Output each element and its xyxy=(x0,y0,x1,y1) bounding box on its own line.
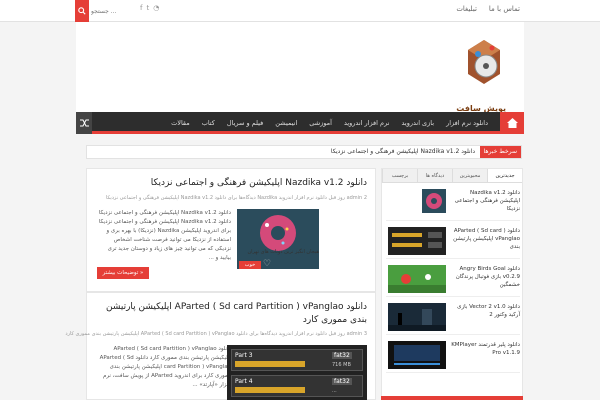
partition-fs: fat32 xyxy=(332,378,352,385)
search-icon xyxy=(78,7,86,15)
sidebar-post-title[interactable]: دانلود Angry Birds Goal v0.2.9 بازی فوتب… xyxy=(450,265,520,289)
thumbnail-caption: هیجان انگیز ترین دونات های تهران xyxy=(247,249,319,255)
partition-bar xyxy=(235,361,305,367)
social-links: f t ◔ xyxy=(140,4,159,12)
sidebar-post[interactable]: دانلود Vector 2 v1.0 بازی آرکید وکتور 2 xyxy=(386,301,520,335)
post-excerpt: دانلود APartеd ( Sd card Partition ) vPa… xyxy=(99,346,231,388)
nav-item-android-apps[interactable]: نرم افزار اندروید xyxy=(338,112,396,134)
post-thumbnail[interactable] xyxy=(237,209,319,269)
sidebar-post-thumbnail[interactable] xyxy=(422,189,446,213)
tab-tags[interactable]: برچسب xyxy=(382,169,417,182)
home-icon xyxy=(506,118,518,128)
sidebar-post-thumbnail[interactable] xyxy=(388,227,446,255)
post-meta: admin 3 روز قبل دانلود نرم افزار اندروید… xyxy=(65,331,367,337)
search-input[interactable] xyxy=(91,5,129,17)
nav-item-movies[interactable]: فیلم و سریال xyxy=(221,112,269,134)
sidebar-tabs: جدیدترین محبوبترین دیدگاه ها برچسب xyxy=(382,169,522,183)
site-header: پویش سافت xyxy=(76,22,524,113)
tab-comments[interactable]: دیدگاه ها xyxy=(417,169,452,182)
sidebar-post-title[interactable]: دانلود پلیر قدرتمند KMPlayer Pro v1.1.9 xyxy=(450,341,520,357)
topbar-link-contact[interactable]: تماس با ما xyxy=(489,5,520,13)
sidebar-post-title[interactable]: دانلود APartеd ( Sd card ) vPanglao اپلی… xyxy=(450,227,520,251)
tab-latest[interactable]: جدیدترین xyxy=(487,169,522,182)
twitter-icon[interactable]: t xyxy=(146,4,149,12)
rating-badge: خوب xyxy=(239,261,261,269)
sidebar-post-thumbnail[interactable] xyxy=(388,303,446,331)
post-meta: admin 2 روز قبل دانلود نرم افزار اندروید… xyxy=(106,195,367,201)
post-title[interactable]: دانلود Nazdika v1.2 اپلیکیشن فرهنگی و اج… xyxy=(93,177,367,190)
shuffle-icon xyxy=(79,119,89,127)
post-title[interactable]: دانلود APartеd ( Sd card Partition ) vPa… xyxy=(93,301,367,327)
sidebar-post-thumbnail[interactable] xyxy=(388,265,446,293)
breaking-news-text[interactable]: دانلود Nazdika v1.2 اپلیکیشن فرهنگی و اج… xyxy=(331,146,475,158)
partition-size: 716 MB xyxy=(332,362,351,368)
partition-fs: fat32 xyxy=(332,352,352,359)
sidebar: جدیدترین محبوبترین دیدگاه ها برچسب دانلو… xyxy=(381,168,523,400)
main-nav: دانلود نرم افزار بازی اندروید نرم افزار … xyxy=(76,112,524,134)
logo[interactable] xyxy=(464,34,504,94)
nav-items: دانلود نرم افزار بازی اندروید نرم افزار … xyxy=(165,112,494,134)
top-bar: تماس با ما تبلیغات f t ◔ xyxy=(0,0,600,22)
heart-icon[interactable]: ♡ xyxy=(263,259,271,269)
tab-popular[interactable]: محبوبترین xyxy=(452,169,487,182)
topbar-link-ads[interactable]: تبلیغات xyxy=(456,5,477,13)
post-excerpt: دانلود Nazdika v1.2 اپلیکیشن فرهنگی و اج… xyxy=(98,210,231,261)
sidebar-accent-strip xyxy=(381,396,523,400)
post-card: دانلود Nazdika v1.2 اپلیکیشن فرهنگی و اج… xyxy=(86,168,376,292)
partition-label: Part 3 xyxy=(235,352,253,359)
sidebar-post-title[interactable]: دانلود Nazdika v1.2 اپلیکیشن فرهنگی و اج… xyxy=(450,189,520,213)
partition-label: Part 4 xyxy=(235,378,253,385)
nav-item-articles[interactable]: مقالات xyxy=(165,112,196,134)
breaking-news-label: سرخط خبرها xyxy=(479,146,521,158)
nav-item-android-games[interactable]: بازی اندروید xyxy=(395,112,440,134)
sidebar-post[interactable]: دانلود APartеd ( Sd card ) vPanglao اپلی… xyxy=(386,225,520,259)
read-more-button[interactable]: توضیحات بیشتر » xyxy=(97,267,149,279)
sidebar-post-thumbnail[interactable] xyxy=(388,341,446,369)
partition-row: Part 4 fat32 ... xyxy=(231,375,363,397)
post-card: دانلود APartеd ( Sd card Partition ) vPa… xyxy=(65,292,376,400)
sidebar-post[interactable]: دانلود Angry Birds Goal v0.2.9 بازی فوتب… xyxy=(386,263,520,297)
partition-row: Part 3 fat32 716 MB xyxy=(231,349,363,371)
random-post-button[interactable] xyxy=(76,112,92,134)
breaking-news-bar: سرخط خبرها دانلود Nazdika v1.2 اپلیکیشن … xyxy=(86,145,522,159)
nav-item-software[interactable]: دانلود نرم افزار xyxy=(440,112,494,134)
sidebar-post[interactable]: دانلود پلیر قدرتمند KMPlayer Pro v1.1.9 xyxy=(386,339,520,373)
sidebar-post[interactable]: دانلود Nazdika v1.2 اپلیکیشن فرهنگی و اج… xyxy=(386,187,520,221)
nav-item-animation[interactable]: انیمیشن xyxy=(269,112,303,134)
facebook-icon[interactable]: f xyxy=(140,4,142,12)
topbar-links: تماس با ما تبلیغات xyxy=(456,5,520,13)
partition-size: ... xyxy=(332,388,337,394)
rss-icon[interactable]: ◔ xyxy=(153,4,159,12)
post-thumbnail[interactable]: Part 3 fat32 716 MB Part 4 fat32 ... xyxy=(227,345,367,400)
home-button[interactable] xyxy=(500,112,524,134)
partition-bar xyxy=(235,387,305,393)
sidebar-post-title[interactable]: دانلود Vector 2 v1.0 بازی آرکید وکتور 2 xyxy=(450,303,520,319)
nav-item-books[interactable]: کتاب xyxy=(196,112,221,134)
nav-item-tutorials[interactable]: آموزشی xyxy=(303,112,338,134)
search-button[interactable] xyxy=(75,0,89,22)
